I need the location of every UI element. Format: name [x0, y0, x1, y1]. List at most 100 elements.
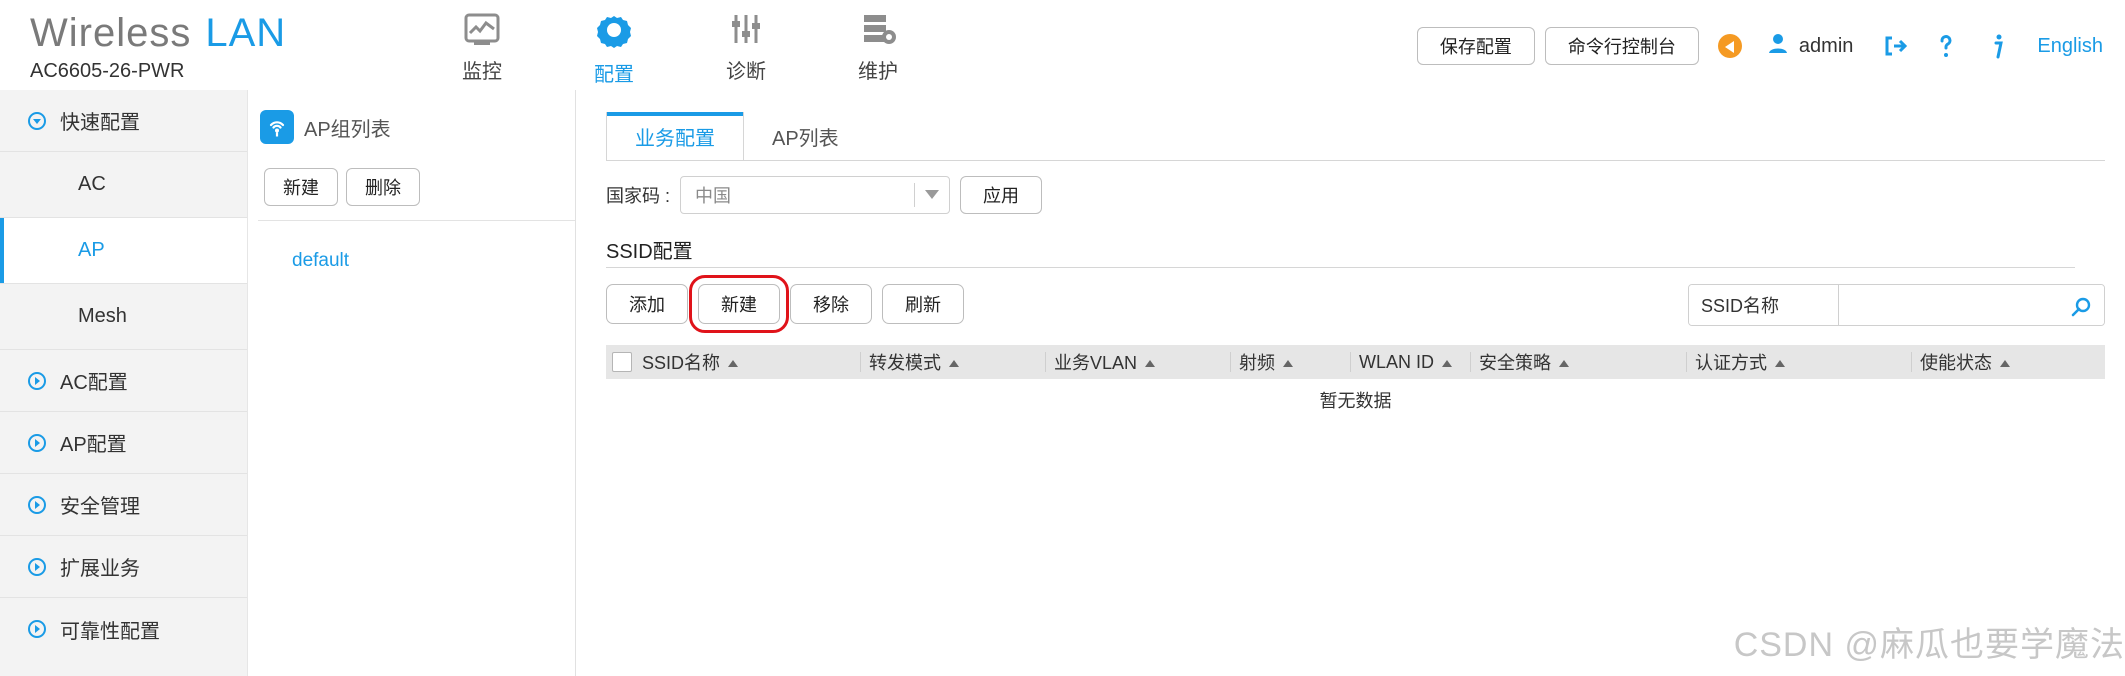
main-content: 业务配置 AP列表 国家码 : 中国 应用 SSID配置 添加 新建 移除 刷新…	[576, 90, 2125, 676]
th-wlan-id[interactable]: WLAN ID	[1351, 345, 1471, 379]
ssid-table: SSID名称 转发模式 业务VLAN 射频 WLAN ID 安全策略 认证方式 …	[606, 345, 2105, 421]
ssid-table-header: SSID名称 转发模式 业务VLAN 射频 WLAN ID 安全策略 认证方式 …	[606, 345, 2105, 379]
sidebar-item-label: AC配置	[60, 372, 128, 394]
sort-up-icon	[1775, 359, 1785, 367]
ap-group-item-default[interactable]: default	[292, 250, 349, 272]
announcement-icon[interactable]	[1709, 25, 1751, 67]
ssid-config-title: SSID配置	[606, 241, 693, 263]
tab-ap-list[interactable]: AP列表	[744, 112, 867, 160]
sort-up-icon	[2000, 359, 2010, 367]
nav-monitor-label: 监控	[462, 61, 502, 83]
sort-up-icon	[1442, 359, 1453, 367]
nav-diagnose-label: 诊断	[726, 61, 766, 83]
th-security-policy[interactable]: 安全策略	[1471, 345, 1687, 379]
header-actions: 保存配置 命令行控制台 admin English	[1416, 24, 2125, 68]
ssid-config-divider	[606, 267, 2075, 268]
th-auth-method[interactable]: 认证方式	[1687, 345, 1912, 379]
select-all-checkbox[interactable]	[612, 352, 632, 372]
nav-config-label: 配置	[594, 64, 634, 86]
sidebar-subitem-ac[interactable]: AC	[0, 152, 247, 218]
sidebar-item-extended-services[interactable]: 扩展业务	[0, 536, 247, 598]
sidebar-item-security[interactable]: 安全管理	[0, 474, 247, 536]
sidebar-subitem-mesh[interactable]: Mesh	[0, 284, 247, 350]
ssid-actions: 添加 新建 移除 刷新	[606, 275, 964, 333]
info-icon[interactable]	[1977, 25, 2019, 67]
sidebar-item-label: 可靠性配置	[60, 620, 160, 643]
apply-button[interactable]: 应用	[960, 176, 1043, 214]
nav-diagnose[interactable]: 诊断	[704, 6, 788, 84]
device-model: AC6605-26-PWR	[30, 60, 185, 82]
th-radio[interactable]: 射频	[1231, 345, 1351, 379]
sidebar-item-ac-config[interactable]: AC配置	[0, 350, 247, 412]
ap-group-new-button[interactable]: 新建	[264, 168, 338, 206]
logout-icon[interactable]	[1873, 25, 1915, 67]
ap-group-panel: AP组列表 新建 删除 default	[248, 90, 576, 676]
ap-group-actions: 新建 删除	[264, 168, 420, 206]
brand: Wireless LAN AC6605-26-PWR	[30, 10, 360, 85]
sort-up-icon	[1283, 359, 1293, 367]
country-code-row: 国家码 : 中国 应用	[606, 176, 1043, 214]
sort-up-icon	[949, 359, 959, 367]
expand-circle-icon	[28, 111, 46, 130]
user-icon	[1767, 32, 1789, 60]
nav-config[interactable]: 配置	[572, 6, 656, 86]
collapse-circle-icon	[28, 371, 46, 390]
user-menu[interactable]: admin	[1767, 32, 1853, 60]
ssid-refresh-button[interactable]: 刷新	[882, 284, 964, 324]
th-label: 业务VLAN	[1054, 353, 1138, 373]
nav-monitor[interactable]: 监控	[440, 6, 524, 84]
ssid-remove-button[interactable]: 移除	[790, 284, 872, 324]
country-code-select[interactable]: 中国	[680, 176, 951, 214]
sidebar-item-quick-config[interactable]: 快速配置	[0, 90, 247, 152]
watermark: CSDN @麻瓜也要学魔法	[1733, 626, 2125, 664]
th-service-vlan[interactable]: 业务VLAN	[1046, 345, 1231, 379]
country-code-label: 国家码 :	[606, 186, 671, 206]
username: admin	[1798, 34, 1854, 57]
language-switch[interactable]: English	[2037, 35, 2103, 58]
country-code-value: 中国	[695, 186, 732, 206]
th-ssid-name[interactable]: SSID名称	[606, 345, 861, 379]
collapse-circle-icon	[28, 557, 46, 576]
sidebar-item-reliability[interactable]: 可靠性配置	[0, 598, 247, 660]
divider	[258, 220, 575, 221]
nav-maintenance[interactable]: 维护	[836, 6, 920, 84]
sidebar-item-ap-config[interactable]: AP配置	[0, 412, 247, 474]
sidebar-item-label: AP配置	[60, 434, 127, 456]
th-label: 转发模式	[869, 353, 941, 373]
ssid-new-button[interactable]: 新建	[689, 275, 789, 333]
save-config-button[interactable]: 保存配置	[1416, 27, 1535, 65]
sidebar-item-label: 扩展业务	[60, 558, 140, 580]
cli-console-button[interactable]: 命令行控制台	[1544, 27, 1699, 65]
tab-service-config[interactable]: 业务配置	[606, 112, 744, 160]
brand-lan: LAN	[205, 11, 287, 55]
config-tabs: 业务配置 AP列表	[606, 112, 867, 160]
gear-icon	[592, 8, 636, 52]
ap-group-title: AP组列表	[260, 110, 391, 144]
nav-maintenance-label: 维护	[858, 61, 898, 83]
th-forward-mode[interactable]: 转发模式	[861, 345, 1046, 379]
sidebar-subitem-label: AP	[78, 239, 105, 261]
th-label: SSID名称	[642, 353, 721, 373]
sliders-icon	[724, 8, 768, 49]
sidebar-subitem-ap[interactable]: AP	[0, 218, 247, 284]
th-label: 射频	[1239, 353, 1275, 373]
select-divider	[914, 183, 916, 207]
ssid-add-button[interactable]: 添加	[606, 284, 688, 324]
ap-group-title-text: AP组列表	[304, 118, 391, 141]
search-icon[interactable]	[2070, 295, 2094, 319]
sidebar-item-label: 安全管理	[60, 496, 140, 518]
ssid-search-input[interactable]	[1839, 285, 2104, 325]
collapse-circle-icon	[28, 433, 46, 452]
th-label: WLAN ID	[1359, 351, 1435, 372]
collapse-circle-icon	[28, 620, 46, 638]
ap-group-delete-button[interactable]: 删除	[346, 168, 420, 206]
sidebar-subitem-label: Mesh	[78, 305, 127, 327]
monitor-icon	[460, 8, 504, 49]
th-enable-status[interactable]: 使能状态	[1912, 345, 2095, 379]
sort-up-icon	[1145, 359, 1156, 367]
sort-up-icon	[728, 359, 739, 367]
ap-group-icon	[260, 110, 294, 144]
help-icon[interactable]	[1925, 25, 1967, 67]
ssid-table-empty: 暂无数据	[1319, 391, 1392, 411]
chevron-down-icon	[925, 190, 940, 199]
